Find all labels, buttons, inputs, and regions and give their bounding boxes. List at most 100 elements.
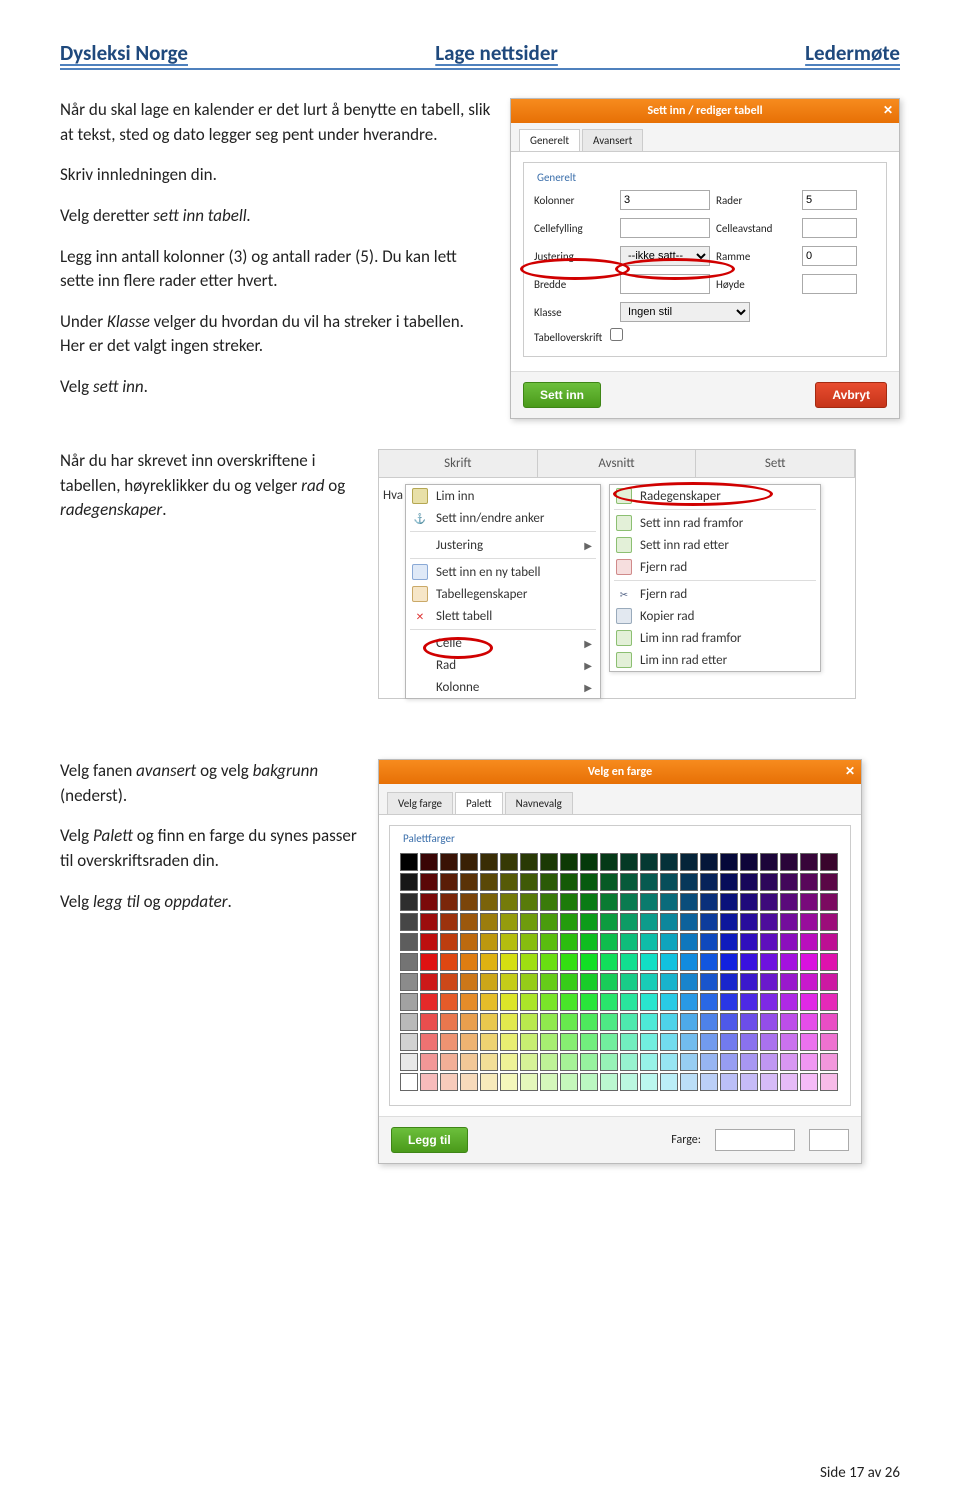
color-swatch[interactable] bbox=[800, 1033, 818, 1051]
color-swatch[interactable] bbox=[720, 993, 738, 1011]
menu-lim-inn[interactable]: Lim inn bbox=[406, 485, 600, 507]
color-swatch[interactable] bbox=[780, 933, 798, 951]
color-swatch[interactable] bbox=[720, 893, 738, 911]
color-swatch[interactable] bbox=[660, 913, 678, 931]
color-swatch[interactable] bbox=[780, 993, 798, 1011]
color-swatch[interactable] bbox=[580, 853, 598, 871]
color-swatch[interactable] bbox=[500, 893, 518, 911]
color-swatch[interactable] bbox=[460, 953, 478, 971]
color-swatch[interactable] bbox=[620, 1033, 638, 1051]
color-swatch[interactable] bbox=[760, 973, 778, 991]
color-swatch[interactable] bbox=[560, 1073, 578, 1091]
menu-tabellegenskaper[interactable]: Tabellegenskaper bbox=[406, 583, 600, 605]
color-swatch[interactable] bbox=[780, 1073, 798, 1091]
color-swatch[interactable] bbox=[560, 1053, 578, 1071]
color-swatch[interactable] bbox=[480, 913, 498, 931]
color-swatch[interactable] bbox=[700, 953, 718, 971]
color-swatch[interactable] bbox=[720, 973, 738, 991]
color-swatch[interactable] bbox=[600, 913, 618, 931]
sett-inn-button[interactable]: Sett inn bbox=[523, 382, 601, 408]
color-swatch[interactable] bbox=[520, 853, 538, 871]
color-swatch[interactable] bbox=[820, 853, 838, 871]
color-swatch[interactable] bbox=[800, 1073, 818, 1091]
color-swatch[interactable] bbox=[440, 993, 458, 1011]
menu-justering[interactable]: Justering▶ bbox=[406, 534, 600, 556]
color-swatch[interactable] bbox=[420, 1033, 438, 1051]
color-swatch[interactable] bbox=[560, 913, 578, 931]
color-swatch[interactable] bbox=[740, 913, 758, 931]
color-swatch[interactable] bbox=[660, 893, 678, 911]
color-swatch[interactable] bbox=[780, 1053, 798, 1071]
color-swatch[interactable] bbox=[520, 1053, 538, 1071]
color-swatch[interactable] bbox=[580, 1033, 598, 1051]
color-swatch[interactable] bbox=[460, 973, 478, 991]
color-swatch[interactable] bbox=[820, 953, 838, 971]
color-swatch[interactable] bbox=[800, 953, 818, 971]
color-swatch[interactable] bbox=[700, 853, 718, 871]
color-swatch[interactable] bbox=[580, 1053, 598, 1071]
checkbox-tabelloverskrift[interactable] bbox=[610, 328, 623, 341]
color-swatch[interactable] bbox=[620, 913, 638, 931]
color-swatch[interactable] bbox=[560, 873, 578, 891]
color-swatch[interactable] bbox=[660, 1053, 678, 1071]
menu-rad-etter[interactable]: Sett inn rad etter bbox=[610, 534, 820, 556]
color-swatch[interactable] bbox=[640, 853, 658, 871]
color-swatch[interactable] bbox=[660, 853, 678, 871]
color-swatch[interactable] bbox=[540, 933, 558, 951]
menu-kopier-rad[interactable]: Kopier rad bbox=[610, 605, 820, 627]
color-swatch[interactable] bbox=[540, 993, 558, 1011]
color-swatch[interactable] bbox=[600, 1073, 618, 1091]
color-swatch[interactable] bbox=[560, 853, 578, 871]
color-swatch[interactable] bbox=[780, 1013, 798, 1031]
color-swatch[interactable] bbox=[400, 893, 418, 911]
color-swatch[interactable] bbox=[520, 933, 538, 951]
color-swatch[interactable] bbox=[640, 893, 658, 911]
color-swatch[interactable] bbox=[680, 873, 698, 891]
color-swatch[interactable] bbox=[500, 873, 518, 891]
color-swatch[interactable] bbox=[640, 953, 658, 971]
color-swatch[interactable] bbox=[700, 893, 718, 911]
color-swatch[interactable] bbox=[700, 873, 718, 891]
color-swatch[interactable] bbox=[580, 1013, 598, 1031]
color-swatch[interactable] bbox=[760, 1053, 778, 1071]
color-swatch[interactable] bbox=[780, 893, 798, 911]
color-swatch[interactable] bbox=[400, 853, 418, 871]
color-swatch[interactable] bbox=[620, 1053, 638, 1071]
color-swatch[interactable] bbox=[720, 1013, 738, 1031]
color-swatch[interactable] bbox=[440, 1033, 458, 1051]
color-swatch[interactable] bbox=[780, 913, 798, 931]
color-swatch[interactable] bbox=[400, 1033, 418, 1051]
color-swatch[interactable] bbox=[420, 1013, 438, 1031]
color-swatch[interactable] bbox=[400, 973, 418, 991]
color-swatch[interactable] bbox=[740, 853, 758, 871]
color-swatch[interactable] bbox=[460, 1033, 478, 1051]
color-swatch[interactable] bbox=[640, 993, 658, 1011]
color-swatch[interactable] bbox=[480, 1073, 498, 1091]
color-swatch[interactable] bbox=[800, 973, 818, 991]
color-swatch[interactable] bbox=[680, 1033, 698, 1051]
menu-ny-tabell[interactable]: Sett inn en ny tabell bbox=[406, 561, 600, 583]
select-klasse[interactable]: Ingen stil bbox=[620, 302, 750, 322]
color-swatch[interactable] bbox=[760, 993, 778, 1011]
color-swatch[interactable] bbox=[620, 953, 638, 971]
color-swatch[interactable] bbox=[460, 1073, 478, 1091]
color-swatch[interactable] bbox=[620, 873, 638, 891]
color-swatch[interactable] bbox=[740, 893, 758, 911]
color-swatch[interactable] bbox=[640, 913, 658, 931]
color-swatch[interactable] bbox=[560, 1013, 578, 1031]
menu-kolonne[interactable]: Kolonne▶ bbox=[406, 676, 600, 698]
color-swatch[interactable] bbox=[620, 853, 638, 871]
color-swatch[interactable] bbox=[680, 893, 698, 911]
color-swatch[interactable] bbox=[740, 993, 758, 1011]
color-swatch[interactable] bbox=[640, 873, 658, 891]
input-rader[interactable] bbox=[802, 190, 857, 210]
color-swatch[interactable] bbox=[760, 953, 778, 971]
close-icon[interactable]: ✕ bbox=[883, 103, 893, 118]
color-swatch[interactable] bbox=[660, 1013, 678, 1031]
input-celleavstand[interactable] bbox=[802, 218, 857, 238]
color-swatch[interactable] bbox=[420, 913, 438, 931]
color-swatch[interactable] bbox=[640, 1073, 658, 1091]
input-kolonner[interactable] bbox=[620, 190, 710, 210]
color-swatch[interactable] bbox=[580, 893, 598, 911]
color-swatch[interactable] bbox=[640, 933, 658, 951]
